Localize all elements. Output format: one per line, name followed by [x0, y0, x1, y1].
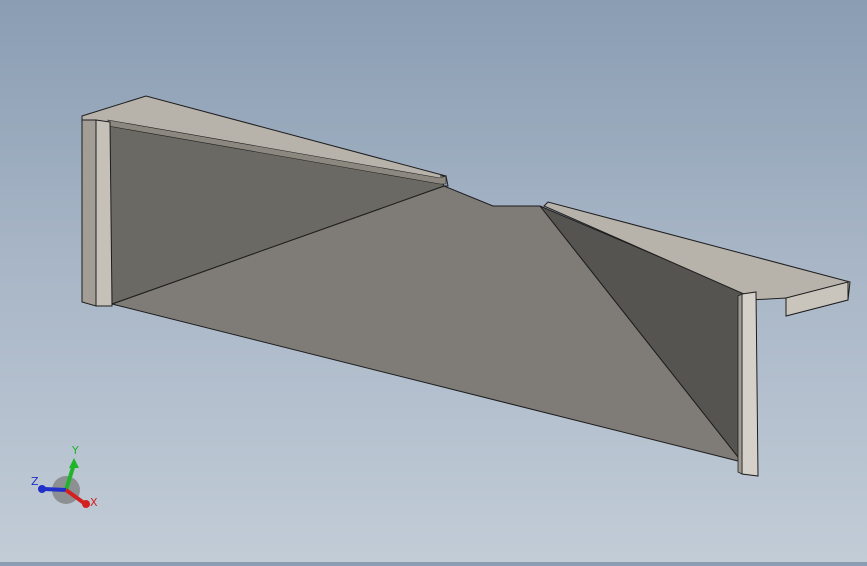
z-axis-label: Z — [31, 475, 39, 488]
y-axis-label: Y — [71, 444, 79, 457]
z-axis-tip — [38, 485, 46, 493]
z-axis-line — [43, 487, 67, 492]
axis-triad: Y Z X — [31, 444, 98, 509]
left-front-post-inner — [95, 119, 113, 307]
x-axis-tip — [82, 500, 90, 508]
x-axis-label: X — [90, 496, 98, 509]
right-front-post-side — [737, 293, 743, 475]
y-axis-arrow — [69, 458, 79, 468]
left-front-post[interactable] — [81, 119, 97, 307]
3d-viewport[interactable]: Y Z X — [0, 0, 867, 562]
model-graphics[interactable] — [0, 0, 867, 562]
right-front-post[interactable] — [741, 291, 759, 477]
